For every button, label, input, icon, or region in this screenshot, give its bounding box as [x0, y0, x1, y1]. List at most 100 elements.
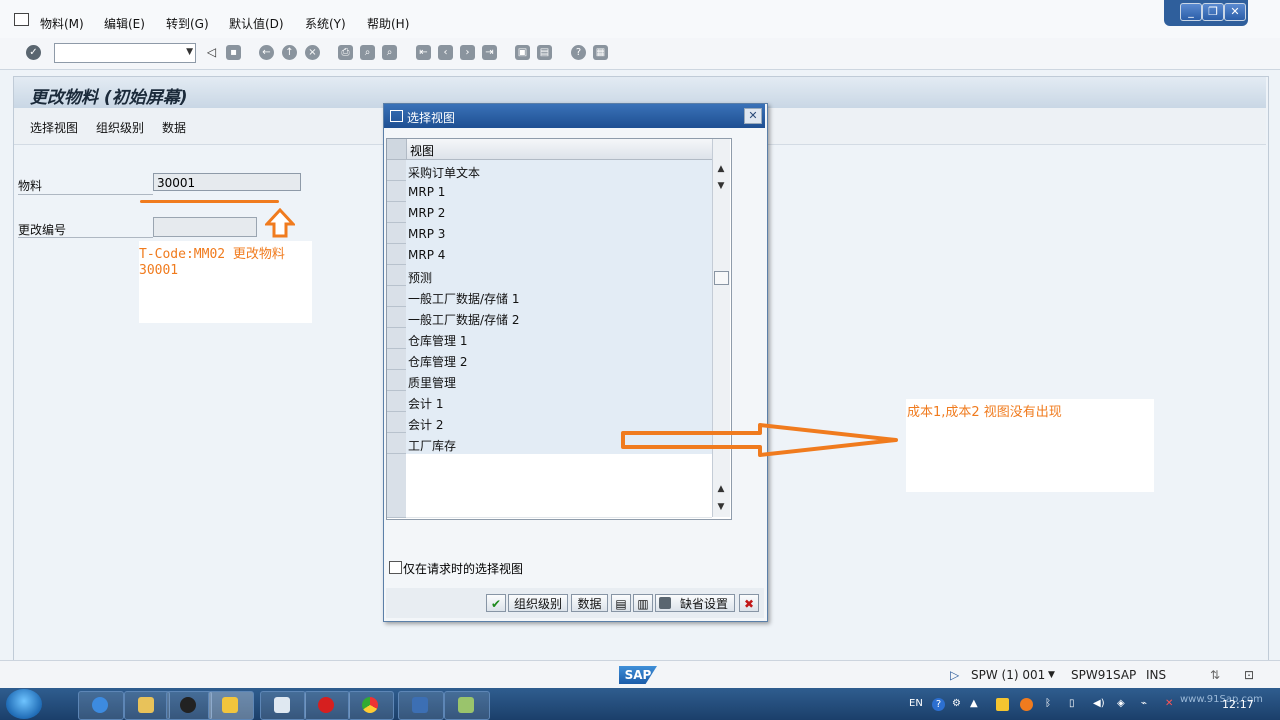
row-selector[interactable] — [387, 307, 407, 328]
usb-tray-icon[interactable]: ⌁ — [1141, 698, 1147, 709]
status-lock-icon[interactable]: ⊡ — [1244, 668, 1254, 682]
print-icon[interactable]: ⎙ — [338, 45, 353, 60]
cancel-icon[interactable]: × — [305, 45, 320, 60]
row-selector[interactable] — [387, 328, 407, 349]
default-settings-button[interactable]: 缺省设置 — [655, 594, 735, 612]
back-arrow-icon[interactable]: ◁ — [204, 45, 219, 60]
taskbar-explorer-button[interactable] — [124, 691, 170, 720]
taskbar-notepad-button[interactable] — [260, 691, 306, 720]
row-selector[interactable] — [387, 370, 407, 391]
menu-help[interactable]: 帮助(H) — [367, 15, 409, 32]
taskbar-ie-button[interactable] — [78, 691, 124, 720]
scroll-up-icon[interactable]: ▲ — [715, 483, 727, 495]
row-selector[interactable] — [387, 494, 407, 515]
find-next-icon[interactable]: ⌕ — [382, 45, 397, 60]
menu-system[interactable]: 系统(Y) — [305, 15, 346, 32]
scroll-thumb[interactable] — [714, 271, 729, 285]
menu-defaults[interactable]: 默认值(D) — [229, 15, 284, 32]
table-row[interactable] — [406, 181, 712, 202]
taskbar-app-button[interactable] — [398, 691, 444, 720]
taskbar-chrome-button[interactable] — [348, 691, 394, 720]
menu-material[interactable]: 物料(M) — [40, 15, 84, 32]
network-icon[interactable]: ◈ — [1117, 698, 1125, 709]
menu-edit[interactable]: 编辑(E) — [104, 15, 145, 32]
row-selector[interactable] — [387, 454, 407, 475]
device-tray-icon[interactable]: ▯ — [1069, 698, 1075, 709]
request-only-checkbox[interactable] — [389, 561, 402, 574]
exit-icon[interactable]: ↑ — [282, 45, 297, 60]
table-row[interactable] — [406, 265, 712, 286]
org-levels-button[interactable]: 组织级别 — [96, 119, 144, 136]
new-session-icon[interactable]: ▣ — [515, 45, 530, 60]
data-dialog-button[interactable]: 数据 — [571, 594, 608, 612]
org-levels-dialog-button[interactable]: 组织级别 — [508, 594, 568, 612]
row-selector[interactable] — [387, 223, 407, 244]
volume-icon[interactable]: ◀) — [1093, 698, 1105, 709]
alert-tray-icon[interactable]: ✕ — [1165, 698, 1173, 709]
layout-icon[interactable]: ▦ — [593, 45, 608, 60]
scroll-up-icon[interactable]: ▲ — [715, 163, 727, 175]
chevron-up-icon[interactable]: ▲ — [970, 698, 978, 709]
scroll-down-icon[interactable]: ▼ — [715, 180, 727, 192]
row-selector[interactable] — [387, 349, 407, 370]
language-indicator[interactable]: EN — [909, 698, 923, 709]
select-all-cell[interactable] — [387, 139, 407, 159]
confirm-icon[interactable]: ✔ — [486, 594, 506, 612]
flag-tray-icon[interactable] — [996, 698, 1009, 711]
select-views-button[interactable]: 选择视图 — [30, 119, 78, 136]
bluetooth-icon[interactable]: ᛒ — [1045, 698, 1051, 709]
save-icon[interactable]: ▪ — [226, 45, 241, 60]
row-selector[interactable] — [387, 412, 407, 433]
row-selector[interactable] — [387, 474, 407, 495]
command-field[interactable]: ▼ — [54, 43, 196, 63]
row-selector[interactable] — [387, 433, 407, 454]
vertical-scrollbar[interactable] — [712, 139, 730, 517]
taskbar-player-button[interactable] — [304, 691, 350, 720]
table-row[interactable] — [406, 244, 712, 265]
first-page-icon[interactable]: ⇤ — [416, 45, 431, 60]
menu-icon[interactable] — [14, 13, 29, 26]
find-icon[interactable]: ⌕ — [360, 45, 375, 60]
material-input[interactable]: 30001 — [153, 173, 301, 191]
help-tray-icon[interactable]: ? — [932, 698, 945, 711]
menu-goto[interactable]: 转到(G) — [166, 15, 209, 32]
row-selector[interactable] — [387, 202, 407, 223]
row-selector[interactable] — [387, 265, 407, 286]
deselect-all-icon[interactable]: ▥ — [633, 594, 653, 612]
security-tray-icon[interactable] — [1020, 698, 1033, 711]
row-selector[interactable] — [387, 244, 407, 265]
restore-button[interactable]: ❐ — [1202, 3, 1224, 21]
table-row[interactable] — [406, 391, 712, 412]
row-selector[interactable] — [387, 391, 407, 412]
taskbar-sap-button[interactable] — [208, 691, 254, 720]
table-row[interactable] — [406, 202, 712, 223]
prev-page-icon[interactable]: ‹ — [438, 45, 453, 60]
start-button[interactable] — [6, 689, 42, 719]
enter-icon[interactable]: ✓ — [26, 45, 41, 60]
clock[interactable]: 12:17 — [1222, 698, 1254, 711]
cancel-icon[interactable]: ✖ — [739, 594, 759, 612]
taskbar-paint-button[interactable] — [444, 691, 490, 720]
settings-tray-icon[interactable]: ⚙ — [952, 698, 961, 709]
minimize-button[interactable]: _ — [1180, 3, 1202, 21]
last-page-icon[interactable]: ⇥ — [482, 45, 497, 60]
status-dropdown-icon[interactable]: ▼ — [1048, 670, 1055, 680]
shortcut-icon[interactable]: ▤ — [537, 45, 552, 60]
row-selector[interactable] — [387, 181, 407, 202]
status-expand-icon[interactable]: ▷ — [950, 668, 959, 682]
next-page-icon[interactable]: › — [460, 45, 475, 60]
close-window-button[interactable]: ✕ — [1224, 3, 1246, 21]
row-selector[interactable] — [387, 514, 407, 518]
help-icon[interactable]: ? — [571, 45, 586, 60]
row-selector[interactable] — [387, 160, 407, 181]
chevron-down-icon[interactable]: ▼ — [186, 47, 193, 57]
select-all-icon[interactable]: ▤ — [611, 594, 631, 612]
taskbar-qq-button[interactable] — [166, 691, 212, 720]
table-row[interactable] — [406, 223, 712, 244]
data-button[interactable]: 数据 — [162, 119, 186, 136]
scroll-down-icon[interactable]: ▼ — [715, 501, 727, 513]
change-number-input[interactable] — [153, 217, 257, 237]
row-selector[interactable] — [387, 286, 407, 307]
back-icon[interactable]: ← — [259, 45, 274, 60]
close-icon[interactable]: ✕ — [744, 108, 762, 124]
